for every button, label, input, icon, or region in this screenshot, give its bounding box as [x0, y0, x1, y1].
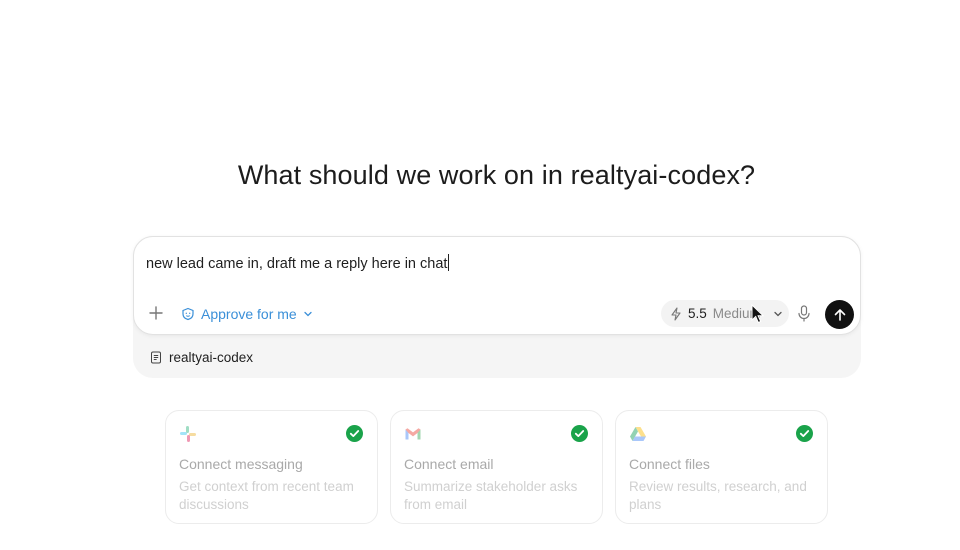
microphone-icon	[798, 305, 810, 322]
add-attachment-button[interactable]	[146, 303, 166, 323]
shield-face-icon	[182, 307, 194, 321]
card-title: Connect files	[629, 456, 710, 472]
page-title: What should we work on in realtyai-codex…	[237, 160, 756, 190]
prompt-input[interactable]: new lead came in, draft me a reply here …	[146, 254, 450, 272]
connect-messaging-card[interactable]: Connect messaging Get context from recen…	[165, 410, 378, 524]
document-icon	[151, 351, 161, 363]
voice-input-button[interactable]	[795, 304, 813, 324]
repository-chip[interactable]: realtyai-codex	[150, 348, 253, 366]
card-title: Connect email	[404, 456, 494, 472]
model-selector[interactable]: 5.5 Medium	[661, 300, 789, 327]
card-description: Get context from recent team discussions	[179, 479, 354, 512]
gmail-icon	[405, 428, 421, 440]
repository-name: realtyai-codex	[169, 349, 254, 365]
card-title: Connect messaging	[179, 456, 303, 472]
slack-icon	[180, 426, 196, 442]
approval-mode-dropdown[interactable]: Approve for me	[181, 303, 313, 325]
card-description: Summarize stakeholder asks from email	[404, 479, 578, 512]
arrow-up-icon	[834, 308, 845, 321]
google-drive-icon	[630, 427, 646, 441]
model-version: 5.5	[688, 306, 707, 321]
card-description: Review results, research, and plans	[629, 479, 807, 512]
chevron-down-icon	[304, 311, 312, 317]
check-circle-icon	[346, 425, 363, 442]
check-circle-icon	[796, 425, 813, 442]
mouse-cursor-icon	[751, 304, 765, 324]
approval-mode-label: Approve for me	[201, 306, 297, 322]
text-caret	[448, 254, 450, 271]
lightning-icon	[671, 306, 681, 321]
send-button[interactable]	[825, 300, 854, 329]
chevron-down-icon	[774, 311, 782, 316]
plus-icon	[149, 306, 163, 320]
prompt-input-value: new lead came in, draft me a reply here …	[146, 256, 448, 272]
connect-email-card[interactable]: Connect email Summarize stakeholder asks…	[390, 410, 603, 524]
connect-files-card[interactable]: Connect files Review results, research, …	[615, 410, 828, 524]
check-circle-icon	[571, 425, 588, 442]
